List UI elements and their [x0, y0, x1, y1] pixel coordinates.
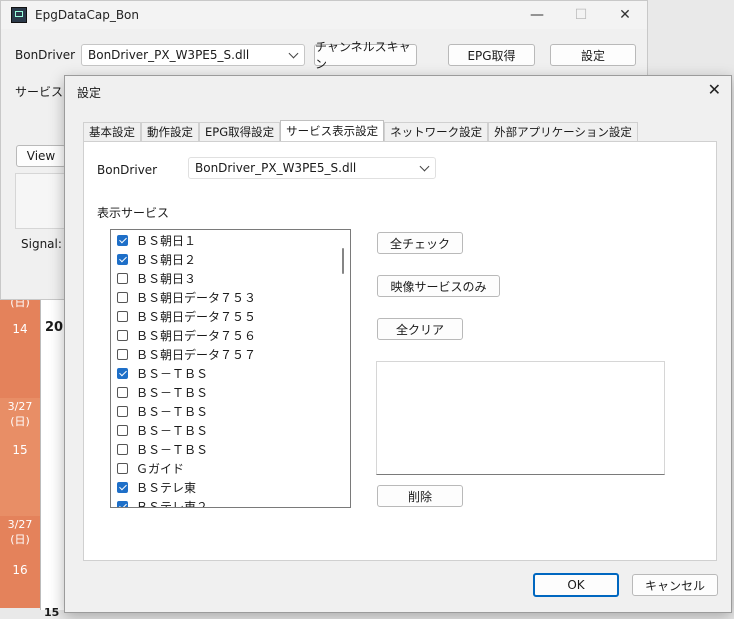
checkbox-checked-icon[interactable]: [117, 482, 128, 493]
close-icon[interactable]: ✕: [708, 80, 721, 99]
channel-scan-button[interactable]: チャンネルスキャン: [314, 40, 417, 71]
grid-number-bottom: 15: [44, 606, 60, 619]
day-date: 3/27: [7, 518, 33, 531]
service-item[interactable]: ＢＳ朝日データ７５５: [117, 307, 256, 326]
main-window-title: EpgDataCap_Bon: [35, 8, 139, 22]
dialog-title: 設定: [77, 86, 102, 100]
tab-external-app[interactable]: 外部アプリケーション設定: [488, 122, 638, 141]
service-name: ＢＳ－ＴＢＳ: [136, 367, 209, 381]
service-name: ＢＳ朝日１: [136, 234, 197, 248]
scrollbar-thumb[interactable]: [342, 248, 344, 274]
day-hour: 15: [12, 443, 28, 457]
checkbox-checked-icon[interactable]: [117, 235, 128, 246]
day-cell: 3/27 (日) 15: [0, 398, 40, 516]
day-hour: 16: [12, 563, 28, 577]
tab-panel: BonDriver BonDriver_PX_W3PE5_S.dll 表示サービ…: [83, 141, 717, 561]
service-name: ＢＳ朝日データ７５５: [136, 310, 257, 324]
checkbox-icon[interactable]: [117, 444, 128, 455]
maximize-button[interactable]: ☐: [559, 1, 603, 29]
day-weekday: (日): [10, 415, 30, 428]
ok-button[interactable]: OK: [533, 573, 619, 597]
clear-all-button[interactable]: 全クリア: [377, 318, 463, 340]
epg-button[interactable]: EPG取得: [448, 44, 535, 66]
service-item[interactable]: ＢＳ朝日３: [117, 269, 196, 288]
service-item[interactable]: ＢＳ朝日２: [117, 250, 196, 269]
dialog-bondriver-select[interactable]: BonDriver_PX_W3PE5_S.dll: [188, 157, 436, 179]
checkbox-icon[interactable]: [117, 387, 128, 398]
service-name: ＢＳ朝日３: [136, 272, 197, 286]
checkbox-icon[interactable]: [117, 273, 128, 284]
service-item[interactable]: ＢＳ－ＴＢＳ: [117, 383, 208, 402]
service-item[interactable]: ＢＳ朝日データ７５７: [117, 345, 256, 364]
day-weekday: (日): [10, 533, 30, 546]
minimize-button[interactable]: —: [515, 1, 559, 29]
checkbox-icon[interactable]: [117, 311, 128, 322]
services-label: 表示サービス: [97, 206, 170, 220]
close-button[interactable]: ✕: [603, 1, 647, 29]
tab-strip: 基本設定 動作設定 EPG取得設定 サービス表示設定 ネットワーク設定 外部アプ…: [83, 120, 638, 141]
service-item[interactable]: ＢＳ－ＴＢＳ: [117, 440, 208, 459]
chevron-down-icon: [288, 48, 299, 59]
check-all-button[interactable]: 全チェック: [377, 232, 463, 254]
bondriver-label: BonDriver: [15, 48, 76, 62]
day-date: 3/27: [7, 400, 33, 413]
tab-behavior[interactable]: 動作設定: [141, 122, 199, 141]
dialog-bondriver-value: BonDriver_PX_W3PE5_S.dll: [195, 161, 357, 175]
chevron-down-icon: [419, 161, 430, 172]
service-item[interactable]: ＢＳ朝日データ７５３: [117, 288, 256, 307]
video-only-button[interactable]: 映像サービスのみ: [377, 275, 500, 297]
checkbox-checked-icon[interactable]: [117, 368, 128, 379]
service-item[interactable]: Ｇガイド: [117, 459, 184, 478]
cancel-button[interactable]: キャンセル: [632, 574, 718, 596]
service-name: ＢＳ－ＴＢＳ: [136, 386, 209, 400]
service-name: ＢＳ－ＴＢＳ: [136, 443, 209, 457]
service-name: ＢＳテレ東２: [136, 500, 209, 508]
dialog-bondriver-label: BonDriver: [97, 163, 158, 177]
settings-button[interactable]: 設定: [550, 44, 636, 66]
service-name: ＢＳ－ＴＢＳ: [136, 424, 209, 438]
day-cell: 3/27 (日) 16: [0, 516, 40, 608]
bondriver-select[interactable]: BonDriver_PX_W3PE5_S.dll: [81, 44, 305, 66]
checkbox-checked-icon[interactable]: [117, 254, 128, 265]
checkbox-icon[interactable]: [117, 330, 128, 341]
service-name: ＢＳ朝日データ７５３: [136, 291, 257, 305]
calendar-grid: 20: [40, 290, 66, 610]
service-name: ＢＳテレ東: [136, 481, 197, 495]
service-detail-box: [376, 361, 665, 475]
main-titlebar: EpgDataCap_Bon — ☐ ✕: [1, 1, 647, 29]
checkbox-icon[interactable]: [117, 349, 128, 360]
service-name: Ｇガイド: [136, 462, 185, 476]
checkbox-icon[interactable]: [117, 425, 128, 436]
log-area: [15, 173, 67, 229]
service-label: サービス: [15, 85, 64, 99]
service-name: ＢＳ－ＴＢＳ: [136, 405, 209, 419]
delete-button[interactable]: 削除: [377, 485, 463, 507]
tab-basic[interactable]: 基本設定: [83, 122, 141, 141]
service-name: ＢＳ朝日データ７５６: [136, 329, 257, 343]
day-hour: 14: [12, 322, 28, 336]
view-button[interactable]: View: [16, 145, 66, 167]
checkbox-icon[interactable]: [117, 463, 128, 474]
service-name: ＢＳ朝日データ７５７: [136, 348, 257, 362]
grid-number: 20: [45, 320, 64, 335]
app-icon: [11, 7, 27, 23]
service-item[interactable]: ＢＳ－ＴＢＳ: [117, 421, 208, 440]
service-name: ＢＳ朝日２: [136, 253, 197, 267]
tab-epg[interactable]: EPG取得設定: [199, 122, 281, 141]
service-item[interactable]: ＢＳテレ東２: [117, 497, 209, 508]
service-list[interactable]: ＢＳ朝日１ ＢＳ朝日２ ＢＳ朝日３ ＢＳ朝日データ７５３ ＢＳ朝日データ７５５ ＢＳ朝日デ…: [110, 229, 351, 508]
tab-service-display[interactable]: サービス表示設定: [280, 120, 385, 141]
bondriver-value: BonDriver_PX_W3PE5_S.dll: [88, 48, 250, 62]
service-item[interactable]: ＢＳ朝日データ７５６: [117, 326, 256, 345]
service-item[interactable]: ＢＳ－ＴＢＳ: [117, 364, 208, 383]
tab-network[interactable]: ネットワーク設定: [384, 122, 489, 141]
checkbox-icon[interactable]: [117, 292, 128, 303]
checkbox-checked-icon[interactable]: [117, 501, 128, 507]
checkbox-icon[interactable]: [117, 406, 128, 417]
settings-dialog: 設定 ✕ 基本設定 動作設定 EPG取得設定 サービス表示設定 ネットワーク設定…: [64, 75, 732, 613]
service-item[interactable]: ＢＳ－ＴＢＳ: [117, 402, 208, 421]
service-item[interactable]: ＢＳテレ東: [117, 478, 196, 497]
service-item[interactable]: ＢＳ朝日１: [117, 231, 196, 250]
day-cell: (日) 14: [0, 290, 40, 398]
